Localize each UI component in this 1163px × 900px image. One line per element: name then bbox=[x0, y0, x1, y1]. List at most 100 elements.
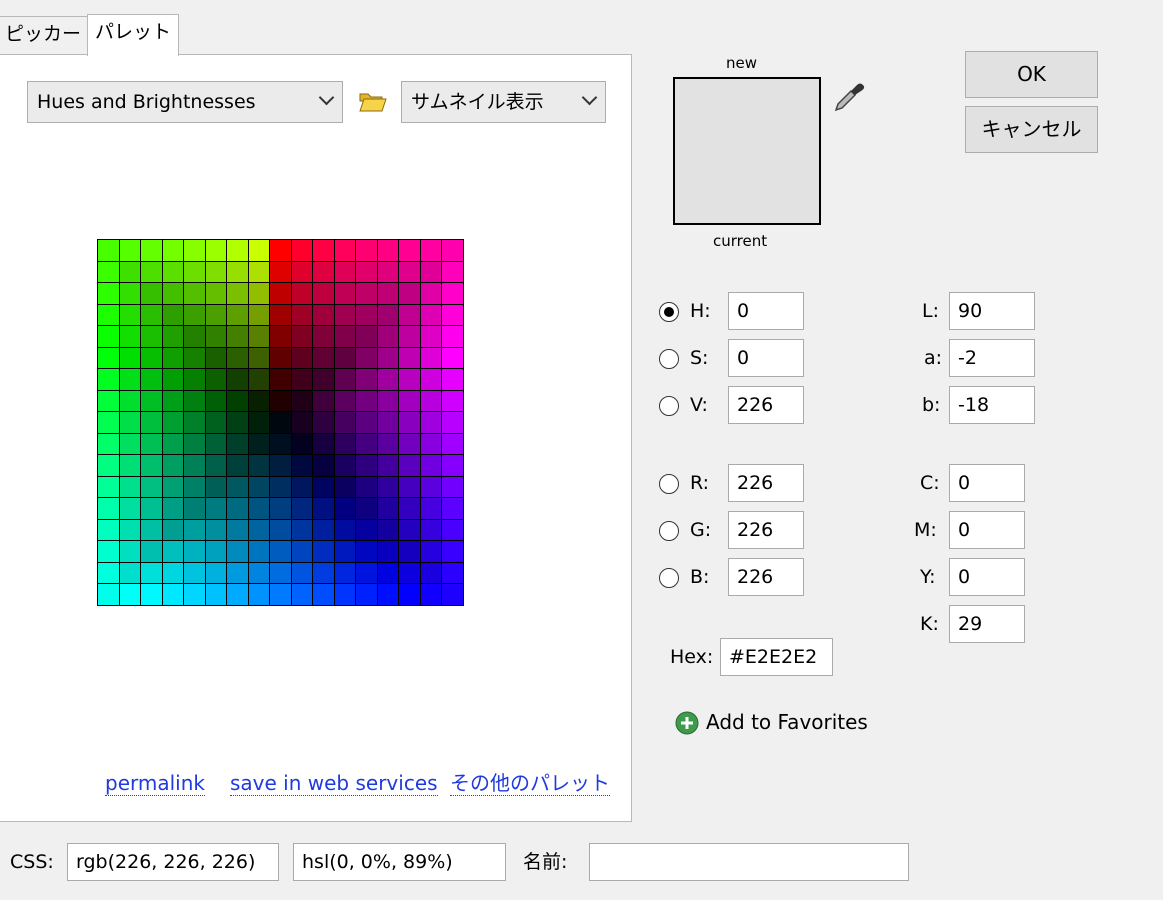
a-input[interactable]: -2 bbox=[949, 339, 1035, 377]
palette-swatch[interactable] bbox=[248, 541, 270, 562]
palette-swatch[interactable] bbox=[184, 455, 205, 476]
palette-swatch[interactable] bbox=[313, 304, 334, 326]
palette-swatch[interactable] bbox=[205, 261, 227, 283]
palette-swatch[interactable] bbox=[184, 476, 205, 498]
palette-swatch[interactable] bbox=[270, 326, 291, 347]
palette-swatch[interactable] bbox=[184, 283, 205, 304]
palette-swatch[interactable] bbox=[270, 347, 291, 369]
palette-swatch[interactable] bbox=[356, 412, 377, 433]
palette-swatch[interactable] bbox=[162, 240, 184, 261]
palette-swatch[interactable] bbox=[184, 326, 205, 347]
palette-swatch[interactable] bbox=[442, 562, 463, 584]
palette-swatch[interactable] bbox=[227, 476, 248, 498]
palette-swatch[interactable] bbox=[377, 584, 399, 605]
palette-swatch[interactable] bbox=[162, 433, 184, 455]
palette-swatch[interactable] bbox=[205, 455, 227, 476]
palette-swatch[interactable] bbox=[162, 390, 184, 412]
palette-swatch[interactable] bbox=[291, 261, 313, 283]
palette-swatch[interactable] bbox=[442, 326, 463, 347]
palette-swatch[interactable] bbox=[98, 476, 119, 498]
palette-swatch[interactable] bbox=[356, 240, 377, 261]
palette-swatch[interactable] bbox=[399, 562, 420, 584]
palette-swatch[interactable] bbox=[98, 584, 119, 605]
palette-swatch[interactable] bbox=[442, 455, 463, 476]
palette-swatch[interactable] bbox=[98, 498, 119, 519]
palette-swatch[interactable] bbox=[399, 584, 420, 605]
palette-swatch[interactable] bbox=[442, 433, 463, 455]
palette-swatch[interactable] bbox=[98, 562, 119, 584]
palette-swatch[interactable] bbox=[399, 455, 420, 476]
palette-swatch[interactable] bbox=[270, 584, 291, 605]
palette-swatch[interactable] bbox=[184, 519, 205, 541]
palette-swatch[interactable] bbox=[399, 433, 420, 455]
palette-swatch[interactable] bbox=[377, 326, 399, 347]
palette-swatch[interactable] bbox=[291, 369, 313, 390]
palette-swatch[interactable] bbox=[248, 369, 270, 390]
palette-swatch[interactable] bbox=[334, 433, 356, 455]
palette-swatch[interactable] bbox=[184, 562, 205, 584]
palette-swatch[interactable] bbox=[270, 433, 291, 455]
palette-swatch[interactable] bbox=[141, 347, 162, 369]
palette-swatch[interactable] bbox=[205, 240, 227, 261]
palette-swatch[interactable] bbox=[270, 562, 291, 584]
h-input[interactable]: 0 bbox=[728, 292, 804, 330]
palette-swatch[interactable] bbox=[162, 326, 184, 347]
palette-swatch[interactable] bbox=[248, 519, 270, 541]
palette-swatch[interactable] bbox=[356, 326, 377, 347]
m-input[interactable]: 0 bbox=[949, 511, 1025, 549]
palette-swatch[interactable] bbox=[205, 541, 227, 562]
palette-swatch[interactable] bbox=[141, 283, 162, 304]
palette-swatch[interactable] bbox=[270, 369, 291, 390]
palette-swatch[interactable] bbox=[270, 541, 291, 562]
palette-swatch[interactable] bbox=[313, 347, 334, 369]
palette-swatch[interactable] bbox=[270, 240, 291, 261]
palette-select[interactable]: Hues and Brightnesses bbox=[27, 81, 343, 123]
palette-swatch[interactable] bbox=[119, 347, 141, 369]
radio-g[interactable] bbox=[659, 521, 679, 541]
palette-swatch[interactable] bbox=[334, 390, 356, 412]
palette-swatch[interactable] bbox=[356, 390, 377, 412]
palette-swatch[interactable] bbox=[98, 326, 119, 347]
palette-swatch[interactable] bbox=[313, 584, 334, 605]
palette-swatch[interactable] bbox=[442, 476, 463, 498]
palette-swatch[interactable] bbox=[141, 476, 162, 498]
palette-swatch[interactable] bbox=[248, 261, 270, 283]
palette-swatch[interactable] bbox=[119, 562, 141, 584]
palette-swatch[interactable] bbox=[119, 433, 141, 455]
palette-swatch[interactable] bbox=[248, 240, 270, 261]
palette-swatch[interactable] bbox=[420, 562, 442, 584]
palette-swatch[interactable] bbox=[399, 390, 420, 412]
palette-swatch[interactable] bbox=[141, 519, 162, 541]
radio-r[interactable] bbox=[659, 474, 679, 494]
palette-swatch[interactable] bbox=[184, 412, 205, 433]
eyedropper-icon[interactable] bbox=[832, 80, 866, 114]
radio-h[interactable] bbox=[659, 302, 679, 322]
palette-swatch[interactable] bbox=[356, 498, 377, 519]
palette-swatch[interactable] bbox=[356, 541, 377, 562]
palette-swatch[interactable] bbox=[205, 283, 227, 304]
palette-swatch[interactable] bbox=[119, 283, 141, 304]
palette-swatch[interactable] bbox=[313, 369, 334, 390]
palette-swatch[interactable] bbox=[141, 562, 162, 584]
palette-swatch[interactable] bbox=[399, 304, 420, 326]
palette-swatch[interactable] bbox=[98, 240, 119, 261]
palette-swatch[interactable] bbox=[184, 240, 205, 261]
permalink-link[interactable]: permalink bbox=[105, 771, 205, 796]
palette-swatch[interactable] bbox=[420, 304, 442, 326]
v-input[interactable]: 226 bbox=[728, 386, 804, 424]
palette-swatch[interactable] bbox=[119, 541, 141, 562]
r-input[interactable]: 226 bbox=[728, 464, 804, 502]
c-input[interactable]: 0 bbox=[949, 464, 1025, 502]
palette-swatch[interactable] bbox=[98, 519, 119, 541]
palette-swatch[interactable] bbox=[227, 412, 248, 433]
palette-swatch[interactable] bbox=[119, 261, 141, 283]
l-input[interactable]: 90 bbox=[949, 292, 1035, 330]
palette-swatch[interactable] bbox=[162, 283, 184, 304]
palette-swatch[interactable] bbox=[334, 369, 356, 390]
palette-swatch[interactable] bbox=[334, 519, 356, 541]
palette-swatch[interactable] bbox=[248, 562, 270, 584]
palette-swatch[interactable] bbox=[334, 541, 356, 562]
palette-swatch[interactable] bbox=[420, 240, 442, 261]
palette-swatch[interactable] bbox=[420, 455, 442, 476]
palette-swatch[interactable] bbox=[270, 412, 291, 433]
